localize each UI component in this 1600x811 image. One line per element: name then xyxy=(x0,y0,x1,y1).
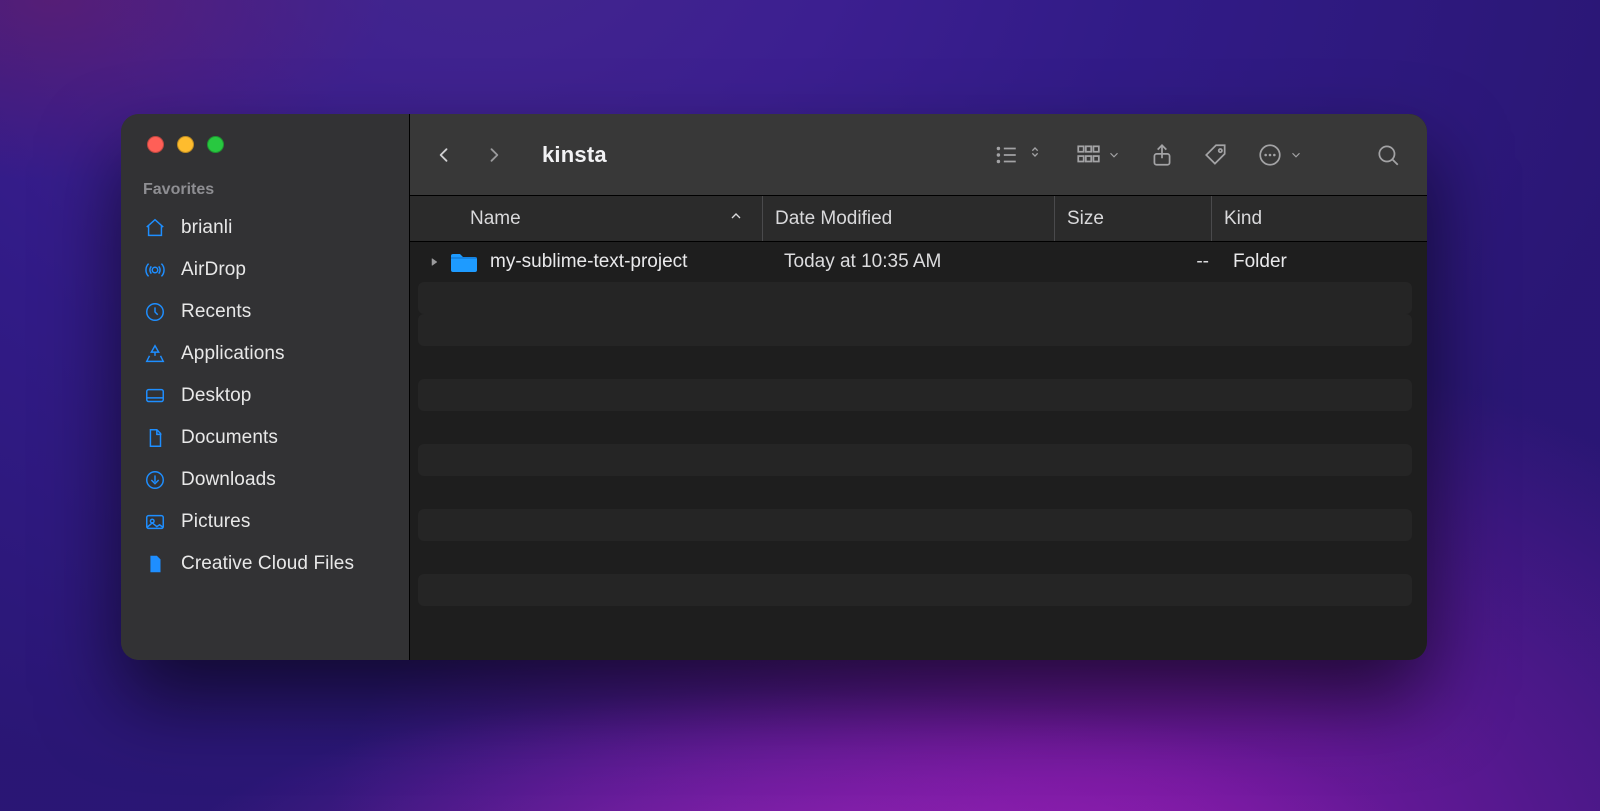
search-button[interactable] xyxy=(1375,142,1401,168)
column-label: Date Modified xyxy=(775,208,892,230)
download-icon xyxy=(143,468,167,492)
table-row[interactable]: my-sublime-text-project Today at 10:35 A… xyxy=(418,242,1412,282)
airdrop-icon xyxy=(143,258,167,282)
column-label: Kind xyxy=(1224,208,1262,230)
finder-window: Favorites brianli AirDrop Recents xyxy=(121,114,1427,660)
column-kind[interactable]: Kind xyxy=(1211,196,1427,241)
file-list: my-sublime-text-project Today at 10:35 A… xyxy=(410,242,1427,660)
disclosure-triangle-icon[interactable] xyxy=(422,256,446,268)
chevron-down-icon xyxy=(1289,148,1303,162)
sidebar-section-label: Favorites xyxy=(121,175,409,207)
group-button[interactable] xyxy=(1075,142,1121,168)
file-date: Today at 10:35 AM xyxy=(780,251,1072,273)
sidebar-item-applications[interactable]: Applications xyxy=(129,333,401,375)
minimize-window-button[interactable] xyxy=(177,136,194,153)
file-name: my-sublime-text-project xyxy=(490,251,780,273)
sidebar-item-desktop[interactable]: Desktop xyxy=(129,375,401,417)
sidebar-item-label: brianli xyxy=(181,217,232,239)
cloud-file-icon xyxy=(143,552,167,576)
apps-icon xyxy=(143,342,167,366)
folder-icon xyxy=(450,250,480,274)
close-window-button[interactable] xyxy=(147,136,164,153)
sidebar: Favorites brianli AirDrop Recents xyxy=(121,114,410,660)
sidebar-item-downloads[interactable]: Downloads xyxy=(129,459,401,501)
share-button[interactable] xyxy=(1149,142,1175,168)
table-row-empty xyxy=(418,444,1412,476)
table-row-empty xyxy=(418,379,1412,411)
sidebar-item-label: Pictures xyxy=(181,511,250,533)
desktop-icon xyxy=(143,384,167,408)
sidebar-item-label: Applications xyxy=(181,343,285,365)
file-kind: Folder xyxy=(1229,251,1412,273)
more-button[interactable] xyxy=(1257,142,1303,168)
window-controls xyxy=(121,136,409,175)
file-size: -- xyxy=(1072,251,1229,273)
column-header: Name Date Modified Size Kind xyxy=(410,196,1427,242)
column-size[interactable]: Size xyxy=(1054,196,1211,241)
table-row-empty xyxy=(418,282,1412,314)
table-row-empty xyxy=(418,509,1412,541)
column-label: Size xyxy=(1067,208,1104,230)
back-button[interactable] xyxy=(430,141,458,169)
main-pane: kinsta xyxy=(410,114,1427,660)
forward-button[interactable] xyxy=(480,141,508,169)
nav-arrows xyxy=(430,141,508,169)
table-row-empty xyxy=(418,314,1412,346)
chevron-down-icon xyxy=(1107,148,1121,162)
sidebar-item-home[interactable]: brianli xyxy=(129,207,401,249)
view-list-button[interactable] xyxy=(993,142,1043,168)
column-name[interactable]: Name xyxy=(470,196,762,241)
column-label: Name xyxy=(470,208,521,230)
updown-icon xyxy=(1027,144,1043,165)
column-date-modified[interactable]: Date Modified xyxy=(762,196,1054,241)
sidebar-item-airdrop[interactable]: AirDrop xyxy=(129,249,401,291)
zebra-stripes xyxy=(418,314,1412,606)
sidebar-item-creative-cloud[interactable]: Creative Cloud Files xyxy=(129,543,401,585)
clock-icon xyxy=(143,300,167,324)
sidebar-item-label: Downloads xyxy=(181,469,276,491)
sidebar-list: brianli AirDrop Recents Applications xyxy=(121,207,409,585)
table-row-empty xyxy=(418,574,1412,606)
toolbar: kinsta xyxy=(410,114,1427,196)
tags-button[interactable] xyxy=(1203,142,1229,168)
document-icon xyxy=(143,426,167,450)
sidebar-item-label: Creative Cloud Files xyxy=(181,553,354,575)
sidebar-item-recents[interactable]: Recents xyxy=(129,291,401,333)
zoom-window-button[interactable] xyxy=(207,136,224,153)
window-title: kinsta xyxy=(542,142,607,168)
sidebar-item-label: Documents xyxy=(181,427,278,449)
pictures-icon xyxy=(143,510,167,534)
sidebar-item-documents[interactable]: Documents xyxy=(129,417,401,459)
home-icon xyxy=(143,216,167,240)
sidebar-item-label: Desktop xyxy=(181,385,251,407)
sidebar-item-label: Recents xyxy=(181,301,251,323)
sort-ascending-icon xyxy=(728,208,744,230)
sidebar-item-label: AirDrop xyxy=(181,259,246,281)
sidebar-item-pictures[interactable]: Pictures xyxy=(129,501,401,543)
